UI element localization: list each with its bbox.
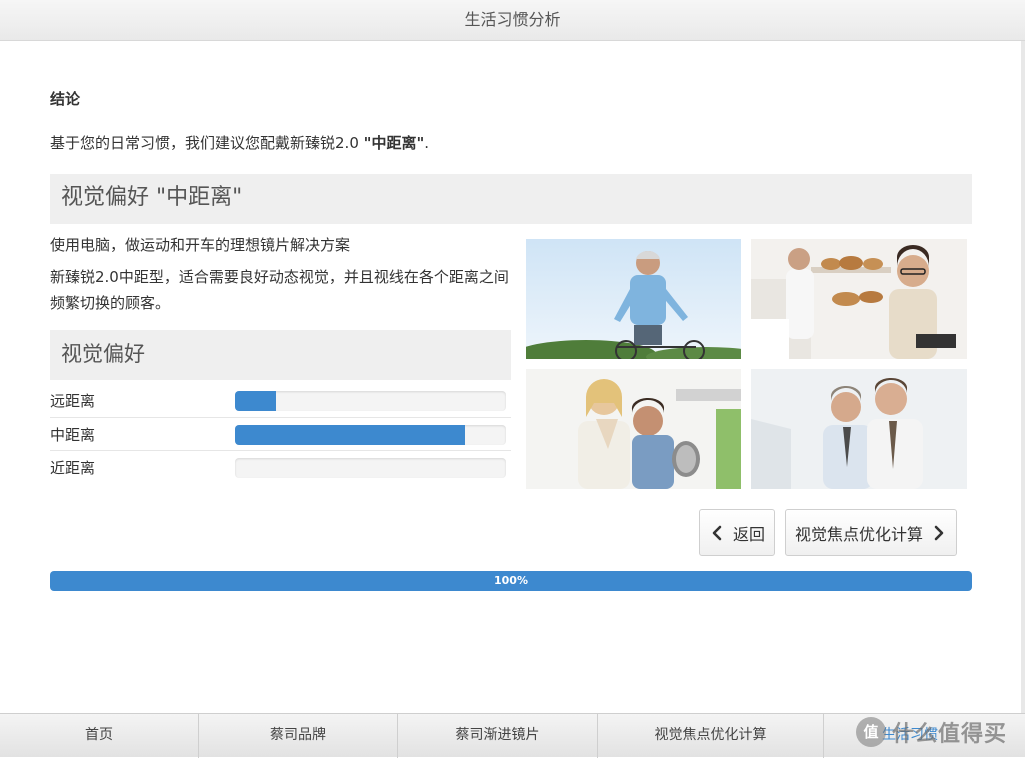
bakery-photo bbox=[751, 239, 967, 359]
chevron-right-icon bbox=[934, 525, 944, 540]
conclusion-heading: 结论 bbox=[50, 90, 81, 108]
conclusion-prefix: 基于您的日常习惯，我们建议您配戴新臻锐2.0 bbox=[50, 134, 364, 152]
conclusion-suffix: . bbox=[424, 134, 430, 152]
conclusion-bold: "中距离" bbox=[363, 134, 425, 152]
nav-progressive-lens[interactable]: 蔡司渐进镜片 bbox=[398, 714, 598, 758]
pref-row-far: 远距离 bbox=[50, 384, 511, 417]
pref-track bbox=[235, 458, 506, 478]
pref-row-mid: 中距离 bbox=[50, 417, 511, 450]
chevron-left-icon bbox=[712, 525, 722, 540]
preferences-title: 视觉偏好 bbox=[50, 330, 511, 380]
watermark-text: 什么值得买 bbox=[892, 722, 1008, 747]
recommendation-title: 视觉偏好 "中距离" bbox=[50, 174, 972, 224]
pref-label: 远距离 bbox=[50, 392, 96, 410]
page-title: 生活习惯分析 bbox=[464, 10, 561, 29]
back-button-label: 返回 bbox=[732, 524, 765, 544]
next-button[interactable]: 视觉焦点优化计算 bbox=[785, 509, 957, 556]
recommendation-desc-2: 新臻锐2.0中距型，适合需要良好动态视觉，并且视线在各个距离之间频繁切换的顾客。 bbox=[50, 268, 509, 312]
nav-brand[interactable]: 蔡司品牌 bbox=[199, 714, 398, 758]
cooking-couple-photo bbox=[526, 369, 741, 489]
app-header: 生活习惯分析 bbox=[0, 0, 1025, 41]
office-men-photo bbox=[751, 369, 967, 489]
pref-track bbox=[235, 425, 506, 445]
back-button[interactable]: 返回 bbox=[699, 509, 775, 556]
progress-bar: 100% bbox=[50, 571, 972, 591]
watermark-badge: 值 bbox=[856, 717, 886, 747]
pref-label: 近距离 bbox=[50, 459, 96, 477]
progress-label: 100% bbox=[494, 574, 528, 587]
next-button-label: 视觉焦点优化计算 bbox=[794, 524, 923, 544]
pref-track bbox=[235, 391, 506, 411]
recommendation-desc-1: 使用电脑，做运动和开车的理想镜片解决方案 bbox=[50, 236, 351, 254]
pref-fill bbox=[235, 391, 276, 411]
nav-focus-optimization[interactable]: 视觉焦点优化计算 bbox=[598, 714, 824, 758]
conclusion-text: 基于您的日常习惯，我们建议您配戴新臻锐2.0 "中距离". bbox=[50, 132, 429, 153]
cyclist-photo bbox=[526, 239, 741, 359]
watermark: 值 什么值得买 bbox=[856, 715, 1018, 749]
pref-row-near: 近距离 bbox=[50, 450, 511, 483]
pref-label: 中距离 bbox=[50, 426, 96, 444]
scrollbar-edge bbox=[1021, 41, 1025, 713]
pref-fill bbox=[235, 425, 466, 445]
nav-home[interactable]: 首页 bbox=[0, 714, 199, 758]
